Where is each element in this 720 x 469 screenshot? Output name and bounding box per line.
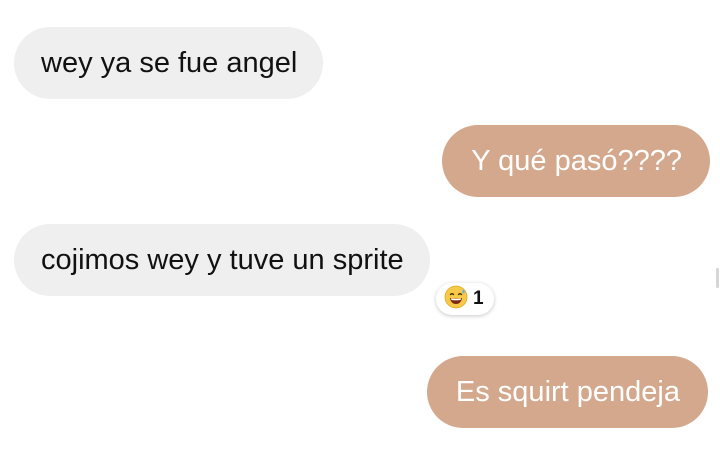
grinning-sweat-face-icon [444, 285, 468, 314]
incoming-message-bubble[interactable]: wey ya se fue angel [14, 27, 324, 99]
message-text: cojimos wey y tuve un sprite [41, 243, 404, 276]
message-reaction-badge[interactable]: 1 [436, 283, 494, 315]
message-text: Y qué pasó???? [471, 144, 682, 177]
incoming-message-bubble[interactable]: cojimos wey y tuve un sprite [14, 224, 430, 296]
chat-thread: wey ya se fue angel Y qué pasó???? cojim… [0, 0, 720, 469]
reaction-count: 1 [473, 288, 484, 309]
scroll-indicator [716, 268, 719, 288]
message-text: Es squirt pendeja [455, 375, 680, 408]
outgoing-message-bubble[interactable]: Es squirt pendeja [426, 356, 708, 428]
outgoing-message-bubble[interactable]: Y qué pasó???? [442, 125, 710, 197]
message-text: wey ya se fue angel [41, 46, 298, 79]
